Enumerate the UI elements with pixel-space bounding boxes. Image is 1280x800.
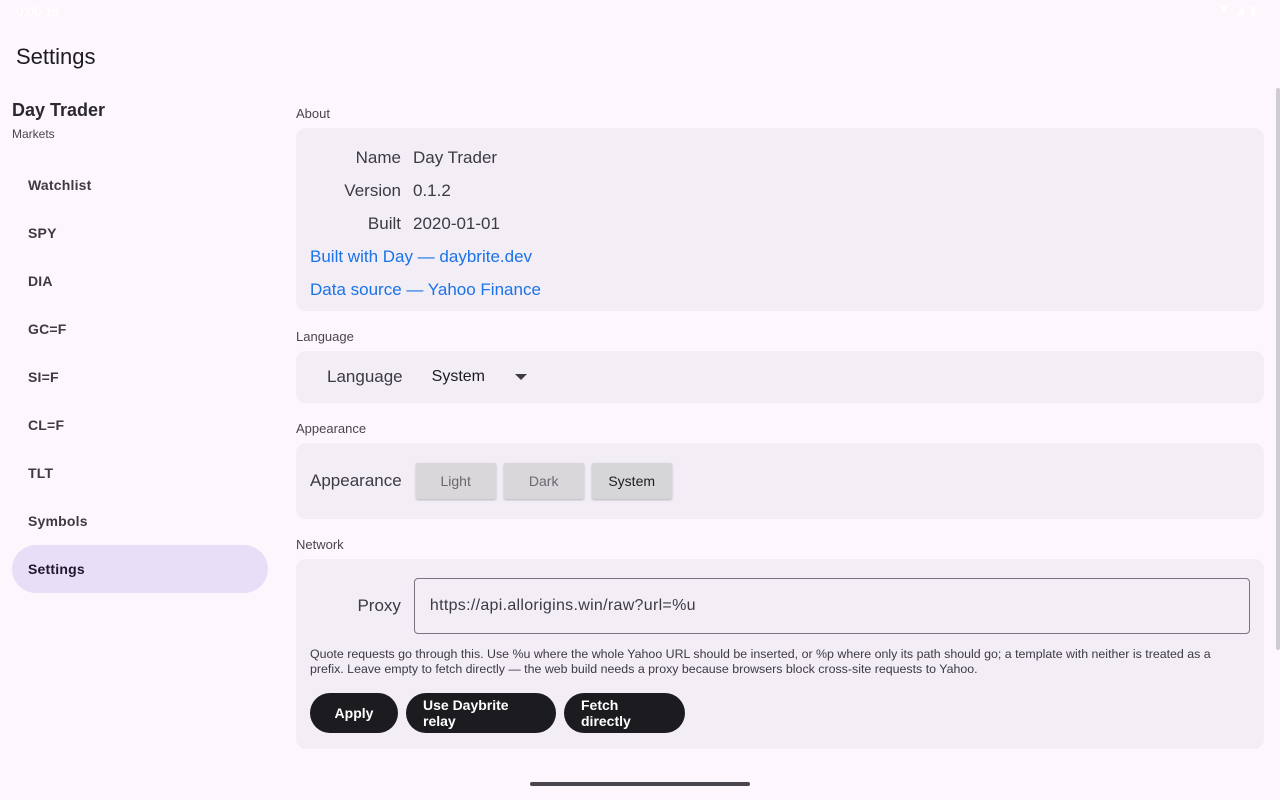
- sidebar-item-silver[interactable]: SI=F: [12, 353, 268, 401]
- sidebar-item-settings[interactable]: Settings: [12, 545, 268, 593]
- nav-list: Watchlist SPY DIA GC=F SI=F CL=F TLT Sym…: [12, 161, 268, 593]
- section-label-network: Network: [296, 537, 344, 552]
- section-label-appearance: Appearance: [296, 421, 367, 436]
- settings-content: About Name Day Trader Version 0.1.2 Buil…: [296, 100, 1264, 749]
- appearance-system-button[interactable]: System: [591, 463, 672, 499]
- use-relay-button[interactable]: Use Daybrite relay: [406, 693, 556, 733]
- appearance-light-button[interactable]: Light: [415, 463, 496, 499]
- proxy-label: Proxy: [357, 596, 401, 615]
- language-label: Language: [327, 367, 403, 386]
- about-built-row: Built 2020-01-01: [310, 207, 1250, 240]
- app-subtitle: Markets: [12, 127, 55, 141]
- appearance-label: Appearance: [310, 471, 402, 490]
- sidebar-item-symbols[interactable]: Symbols: [12, 497, 268, 545]
- sidebar-item-gold[interactable]: GC=F: [12, 305, 268, 353]
- appearance-dark-button[interactable]: Dark: [503, 463, 584, 499]
- sidebar-item-dia[interactable]: DIA: [12, 257, 268, 305]
- about-name-key: Name: [355, 147, 401, 167]
- proxy-help-text: Quote requests go through this. Use %u w…: [310, 647, 1211, 676]
- about-built-key: Built: [367, 213, 401, 233]
- language-selected: System: [431, 368, 485, 385]
- about-version-value: 0.1.2: [413, 180, 451, 200]
- about-name-row: Name Day Trader: [310, 141, 1250, 174]
- section-label-about: About: [296, 106, 330, 121]
- fetch-directly-button[interactable]: Fetch directly: [564, 693, 685, 733]
- status-time: 0:00 19: [16, 4, 60, 19]
- network-card: Proxy Quote requests go through this. Us…: [296, 559, 1264, 749]
- caret-down-icon: [514, 374, 527, 380]
- scrollbar[interactable]: [1276, 88, 1280, 650]
- about-card: Name Day Trader Version 0.1.2 Built 2020…: [296, 128, 1264, 311]
- apply-button[interactable]: Apply: [310, 693, 398, 733]
- proxy-row: Proxy: [310, 578, 1250, 634]
- appearance-card: Appearance Light Dark System: [296, 443, 1264, 519]
- battery-icon: ▮: [1249, 5, 1256, 17]
- app-name: Day Trader: [12, 100, 106, 120]
- page-title: Settings: [16, 44, 96, 69]
- sidebar-item-crude[interactable]: CL=F: [12, 401, 268, 449]
- language-dropdown[interactable]: System: [432, 368, 527, 386]
- appearance-toggle-group: Light Dark System: [415, 463, 672, 499]
- status-bar: 0:00 19 ▼ ◢ ▮: [0, 0, 1280, 24]
- about-built-value: 2020-01-01: [413, 213, 500, 233]
- sidebar-item-spy[interactable]: SPY: [12, 209, 268, 257]
- status-icons: ▼ ◢ ▮: [1219, 4, 1256, 17]
- section-label-language: Language: [296, 329, 354, 344]
- network-actions: Apply Use Daybrite relay Fetch directly: [310, 693, 1250, 733]
- wifi-icon: ▼: [1218, 4, 1230, 16]
- sidebar-item-watchlist[interactable]: Watchlist: [12, 161, 268, 209]
- about-version-key: Version: [344, 180, 401, 200]
- sidebar: Day Trader Markets Watchlist SPY DIA GC=…: [12, 100, 268, 593]
- proxy-input[interactable]: [413, 578, 1250, 634]
- signal-icon: ◢: [1235, 5, 1244, 17]
- home-indicator[interactable]: [530, 782, 750, 786]
- built-with-link[interactable]: Built with Day — daybrite.dev: [310, 240, 1250, 273]
- about-name-value: Day Trader: [413, 147, 498, 167]
- data-source-link[interactable]: Data source — Yahoo Finance: [310, 273, 1250, 306]
- language-card: Language System: [296, 351, 1264, 403]
- about-version-row: Version 0.1.2: [310, 174, 1250, 207]
- sidebar-item-tlt[interactable]: TLT: [12, 449, 268, 497]
